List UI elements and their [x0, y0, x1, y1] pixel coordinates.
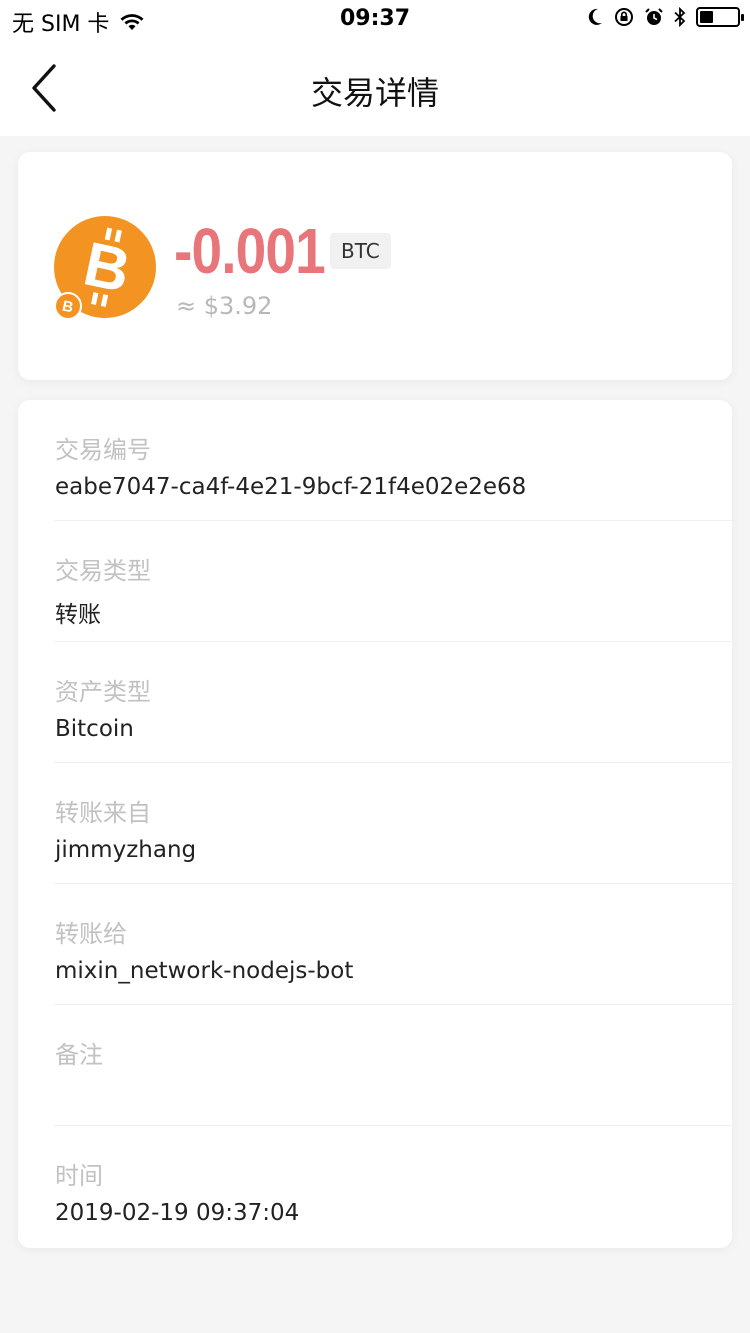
battery-icon [696, 7, 744, 27]
detail-label: 交易编号 [55, 436, 151, 464]
detail-label: 交易类型 [55, 557, 151, 585]
detail-label: 备注 [55, 1041, 103, 1069]
status-right [586, 7, 744, 27]
detail-row-memo: 备注 [18, 1005, 732, 1126]
detail-row-to: 转账给 mixin_network-nodejs-bot [18, 884, 732, 1005]
symbol-badge: BTC [330, 233, 391, 269]
orientation-lock-icon [615, 8, 633, 26]
detail-value[interactable]: eabe7047-ca4f-4e21-9bcf-21f4e02e2e68 [55, 474, 526, 500]
amount-row: -0.001 BTC [174, 214, 391, 288]
detail-row-from: 转账来自 jimmyzhang [18, 763, 732, 884]
status-bar: 无 SIM 卡 09:37 [0, 0, 750, 40]
details-card: 交易编号 eabe7047-ca4f-4e21-9bcf-21f4e02e2e6… [18, 400, 732, 1248]
amount-card: B B -0.001 BTC ≈ $3.92 [18, 152, 732, 380]
detail-label: 转账来自 [55, 799, 151, 827]
detail-label: 转账给 [55, 920, 127, 948]
nav-bar: 交易详情 [0, 40, 750, 136]
alarm-icon [645, 8, 663, 25]
detail-value: Bitcoin [55, 716, 134, 742]
amount-value: -0.001 [174, 215, 326, 287]
battery-level [700, 11, 713, 23]
detail-row-time: 时间 2019-02-19 09:37:04 [18, 1126, 732, 1247]
bluetooth-icon [674, 7, 686, 27]
chain-bitcoin-icon: B [54, 292, 82, 320]
detail-label: 时间 [55, 1162, 103, 1190]
page-title: 交易详情 [310, 74, 439, 112]
detail-value: jimmyzhang [55, 837, 197, 863]
fiat-value: ≈ $3.92 [176, 292, 273, 320]
detail-row-asset-type: 资产类型 Bitcoin [18, 642, 732, 763]
detail-label: 资产类型 [55, 678, 151, 706]
moon-icon [588, 8, 602, 25]
detail-value: 2019-02-19 09:37:04 [55, 1200, 300, 1226]
detail-value: 转账 [55, 602, 101, 628]
detail-row-transaction-id: 交易编号 eabe7047-ca4f-4e21-9bcf-21f4e02e2e6… [18, 400, 732, 521]
detail-value: mixin_network-nodejs-bot [55, 958, 354, 984]
detail-row-transaction-type: 交易类型 转账 [18, 521, 732, 642]
